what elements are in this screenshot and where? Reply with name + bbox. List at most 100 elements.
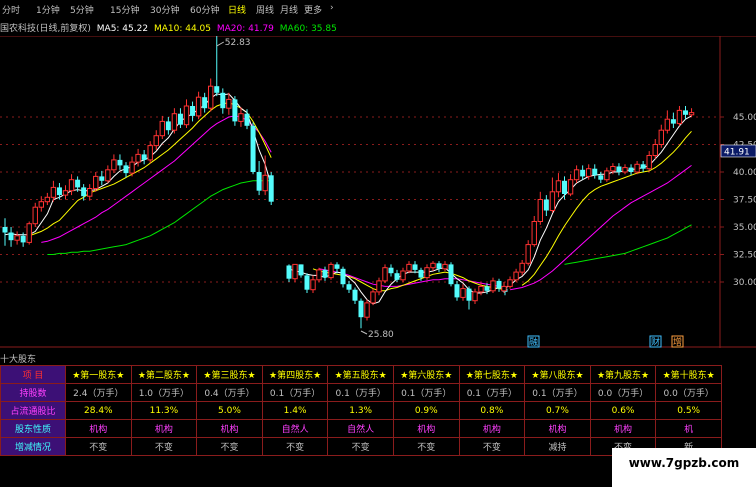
candle-body-down [99, 176, 105, 181]
holders-cell: 自然人 [261, 419, 329, 438]
candle-body-down [412, 264, 418, 270]
indicator-legend: 国农科技(日线,前复权) MA5: 45.22 MA10: 44.05 MA20… [0, 21, 340, 35]
candle-body-up [406, 263, 412, 272]
y-tick-label: 35.00 [733, 223, 756, 233]
candle-body-down [220, 92, 226, 109]
candle-body-down [448, 264, 454, 285]
holders-cell: 机构 [392, 419, 460, 438]
candle-body-up [424, 267, 430, 279]
holders-header-cell: ★第六股东★ [392, 365, 460, 384]
holders-panel-title: 十大股东 [0, 355, 37, 365]
candle-body-down [454, 284, 460, 298]
holders-cell: 28.4% [65, 401, 132, 420]
y-tick-label: 32.50 [733, 251, 756, 261]
y-tick-label: 37.50 [733, 196, 756, 206]
period-tab-1[interactable]: 1分钟 [36, 3, 60, 16]
period-tab-7[interactable]: 周线 [256, 3, 274, 16]
holders-header-cell: ★第四股东★ [261, 365, 329, 384]
period-tab-4[interactable]: 30分钟 [150, 3, 179, 16]
holders-cell: 0.7% [524, 401, 591, 420]
holders-cell: 0.1（万手） [327, 383, 394, 402]
candle-body-down [8, 232, 14, 241]
candle-body-down [117, 159, 123, 166]
period-tab-8[interactable]: 月线 [280, 3, 298, 16]
candle-body-down [141, 154, 147, 160]
candle-body-down [56, 187, 62, 196]
ma60-label: MA60: 35.85 [279, 24, 337, 34]
holders-cell: 不变 [458, 437, 526, 456]
candle-body-down [334, 264, 340, 269]
candle-body-up [573, 169, 580, 181]
candle-body-up [658, 129, 664, 145]
candle-body-up [634, 163, 640, 173]
candle-body-up [478, 285, 484, 293]
ma60-line [564, 224, 692, 265]
holders-cell: 机构 [458, 419, 526, 438]
marker-zeng: 增 [673, 336, 682, 348]
holders-header-cell: ★第一股东★ [65, 365, 132, 384]
holders-cell: 1.4% [261, 401, 329, 420]
candle-body-up [292, 263, 298, 280]
candle-body-up [153, 135, 159, 147]
ma20-label: MA20: 41.79 [216, 24, 274, 34]
holders-row-label: 增减情况 [0, 437, 66, 456]
holders-row-label: 持股数 [0, 383, 66, 402]
candle-body-up [50, 186, 57, 198]
candle-body-up [586, 168, 592, 177]
candle-body-up [622, 167, 628, 173]
more-arrow-icon[interactable]: › [330, 3, 334, 13]
candle-body-up [604, 170, 610, 181]
holders-cell: 机构 [65, 419, 132, 438]
marker-rong: 融 [529, 337, 538, 348]
candle-body-up [537, 199, 543, 222]
candle-body-up [567, 179, 574, 195]
candle-body-down [562, 180, 567, 194]
holders-cell: 5.0% [196, 401, 263, 420]
holders-cell: 2.4（万手） [65, 383, 132, 402]
candle-body-down [683, 110, 688, 115]
period-tab-9[interactable]: 更多 [304, 3, 322, 16]
holders-row-label: 股东性质 [0, 419, 66, 438]
candle-body-up [183, 105, 190, 126]
period-toolbar: 分时 1分钟 5分钟 15分钟 30分钟 60分钟 日线 周线 月线 更多 › [0, 0, 756, 18]
candle-body-up [442, 263, 448, 270]
candle-body-up [382, 267, 388, 282]
period-tab-3[interactable]: 15分钟 [110, 3, 139, 16]
high-pointer [216, 41, 224, 47]
period-tab-2[interactable]: 5分钟 [70, 3, 94, 16]
holders-header-cell: ★第九股东★ [589, 365, 657, 384]
holders-header-cell: ★第五股东★ [327, 365, 394, 384]
holders-cell: 0.6% [589, 401, 657, 420]
holders-cell: 不变 [392, 437, 460, 456]
candle-body-down [165, 121, 171, 131]
period-tab-5[interactable]: 60分钟 [190, 3, 219, 16]
candle-body-up [370, 291, 376, 304]
holders-row: 股东性质 机构 机构 机构 自然人 自然人 机构 机构 机构 机构机 [0, 419, 722, 438]
period-tab-6[interactable]: 日线 [228, 3, 246, 16]
candle-body-up [87, 188, 93, 197]
holders-cell: 0.0（万手） [655, 383, 722, 402]
candle-body-down [298, 264, 304, 276]
candle-body-up [525, 244, 531, 264]
candle-body-down [304, 275, 310, 290]
candle-body-down [256, 172, 262, 191]
candle-body-up [135, 153, 141, 163]
candle-body-down [616, 166, 622, 172]
candle-body-down [484, 286, 490, 291]
holders-row: 持股数 2.4（万手） 1.0（万手） 0.4（万手） 0.1（万手） 0.1（万手） 0.… [0, 383, 722, 402]
candle-body-down [640, 164, 646, 169]
candle-body-up [38, 201, 44, 208]
candle-body-down [580, 169, 586, 177]
candle-body-up [68, 179, 75, 192]
candle-body-down [250, 125, 256, 172]
candle-body-down [244, 113, 250, 126]
candle-body-up [364, 302, 370, 318]
period-tab-0[interactable]: 分时 [2, 3, 20, 16]
kline-chart[interactable]: 45.0042.5040.0037.5035.0032.5030.0052.83… [0, 36, 756, 348]
candle-body-down [388, 267, 394, 274]
holders-cell: 0.1（万手） [458, 383, 526, 402]
candle-body-down [340, 268, 346, 285]
holders-row: 占流通股比 28.4% 11.3% 5.0% 1.4% 1.3% 0.9% 0.8% 0.7% 0… [0, 401, 722, 420]
stock-name-label: 国农科技(日线,前复权) [0, 24, 91, 34]
candle-body-up [664, 118, 671, 131]
